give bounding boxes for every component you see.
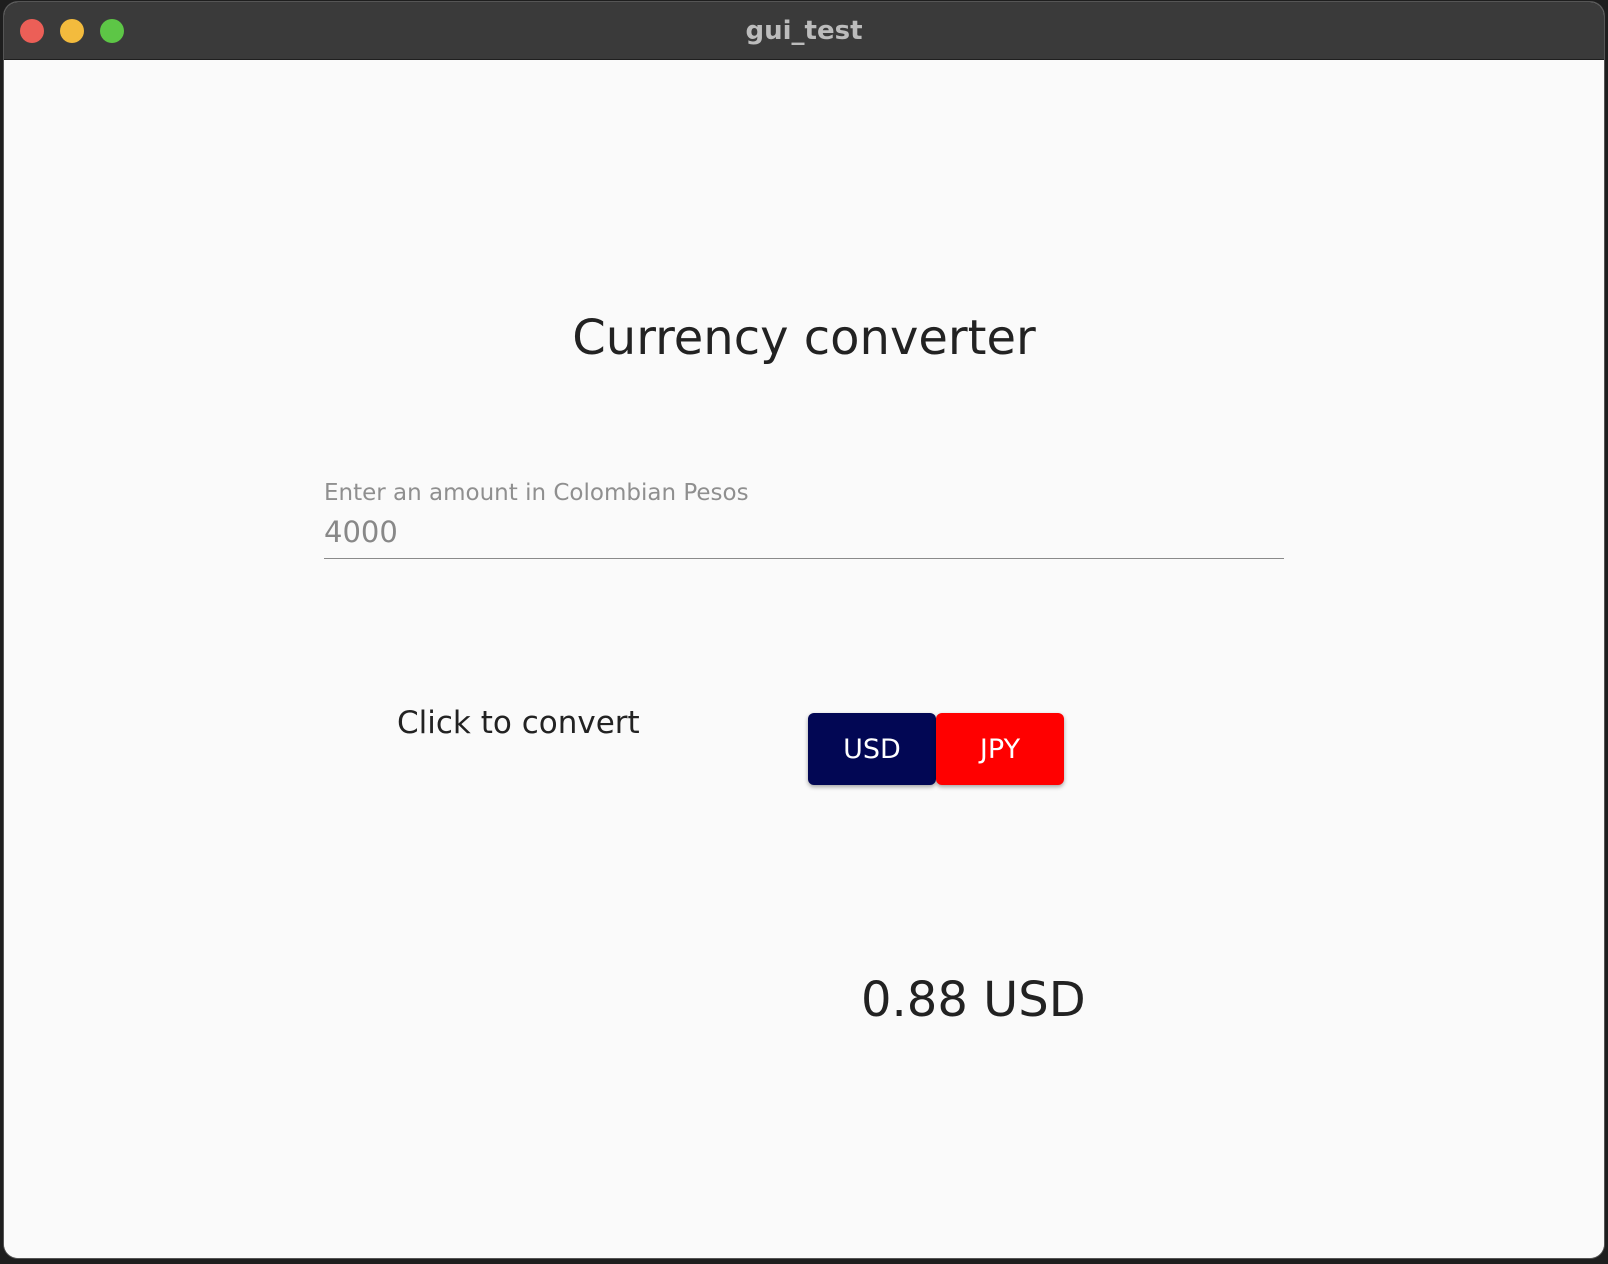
jpy-button[interactable]: JPY [936,713,1064,785]
usd-button[interactable]: USD [808,713,936,785]
convert-prompt-label: Click to convert [397,705,640,741]
amount-field-label: Enter an amount in Colombian Pesos [324,480,749,506]
app-window: gui_test Currency converter Enter an amo… [4,2,1604,1258]
main-content: Currency converter Enter an amount in Co… [4,60,1604,1258]
amount-input[interactable] [324,506,1284,559]
conversion-result: 0.88 USD [861,972,1086,1028]
title-bar[interactable]: gui_test [4,2,1604,60]
amount-field: Enter an amount in Colombian Pesos [324,480,1284,584]
window-title: gui_test [745,16,863,46]
page-title: Currency converter [572,310,1036,366]
